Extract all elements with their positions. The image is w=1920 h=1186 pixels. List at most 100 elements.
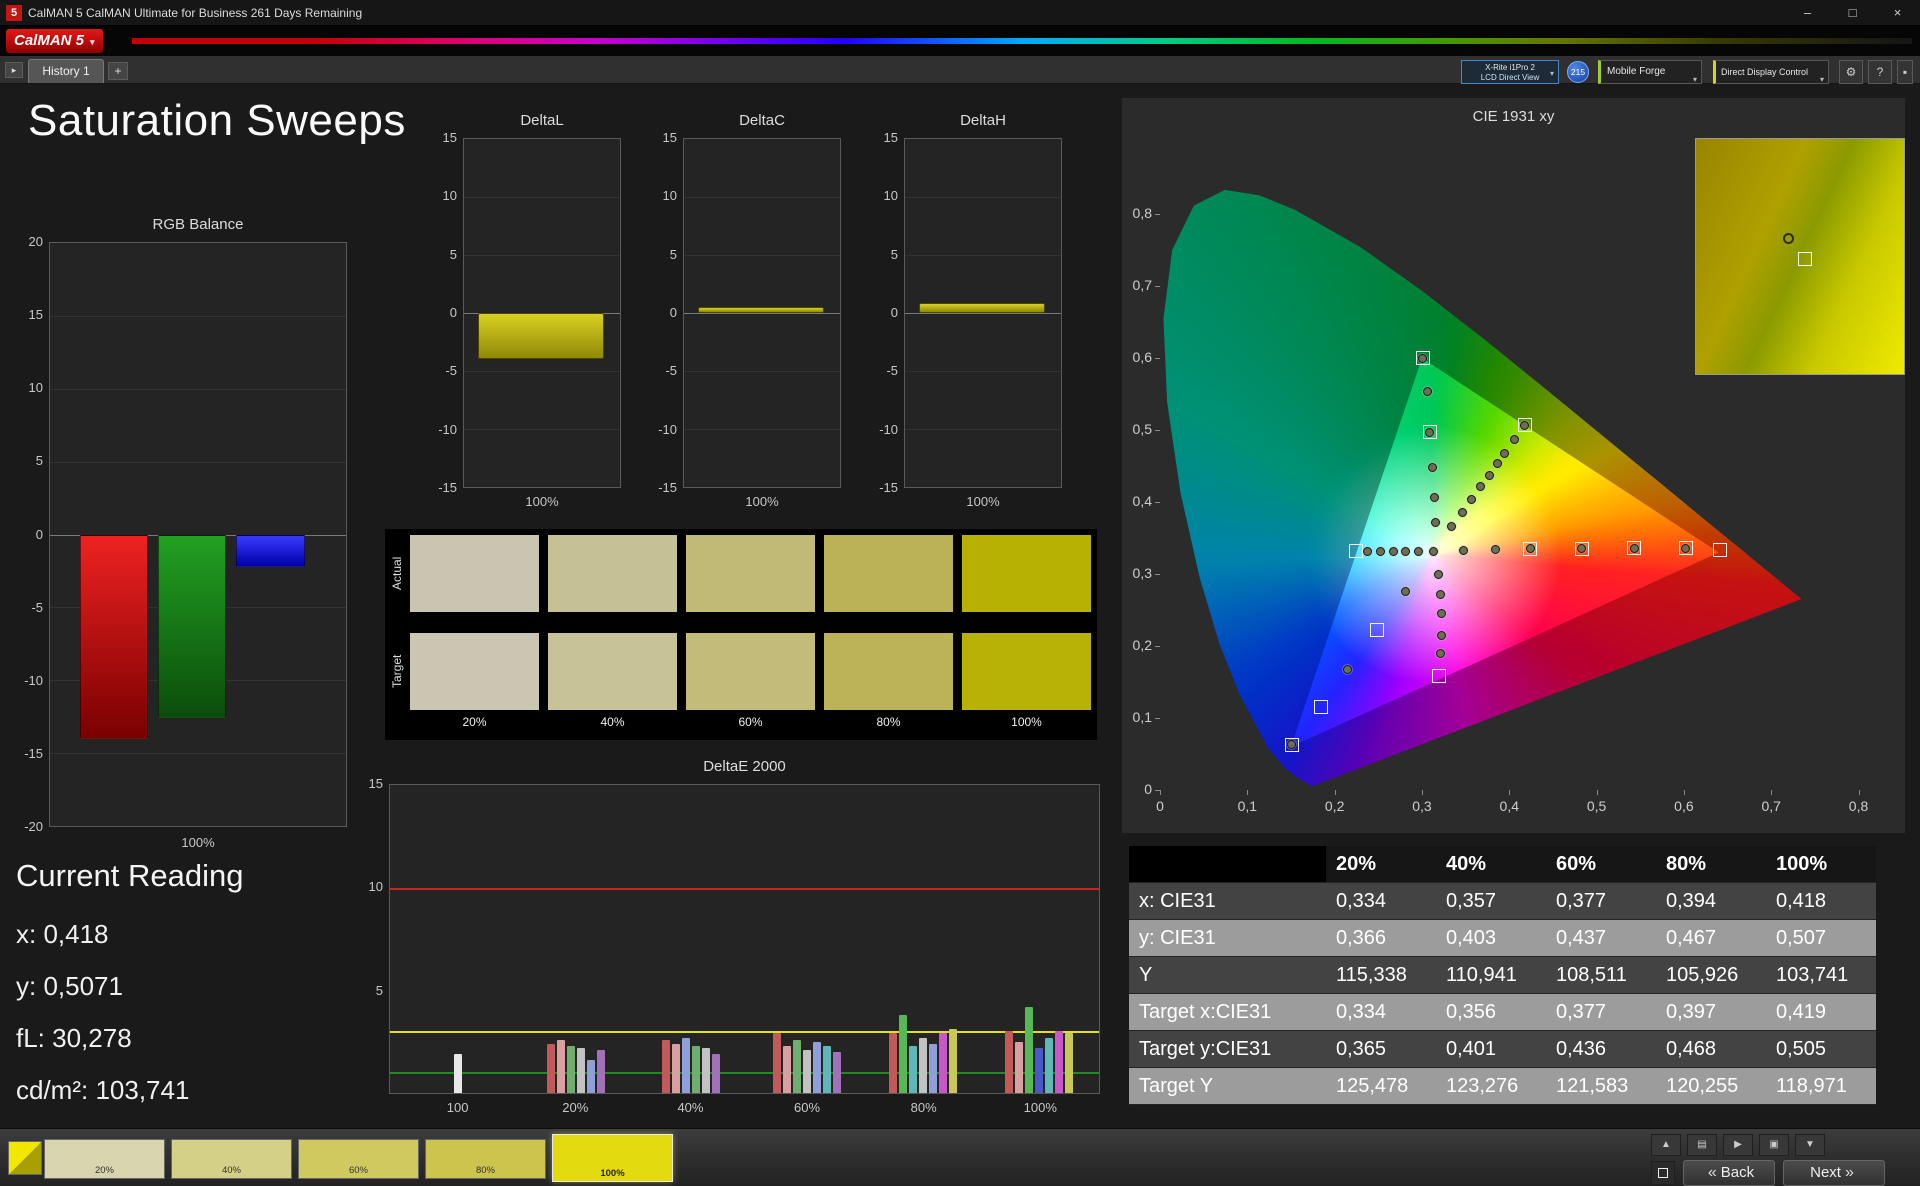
table-cell: 105,926 [1656,957,1766,994]
deltae-bar [1015,1041,1024,1093]
back-label: Back [1720,1164,1755,1181]
axis-tick [1155,214,1160,216]
axis-tick [1683,790,1685,795]
axis-tick-label: -5 [31,599,43,615]
axis-tick [1155,502,1160,504]
table-row-label: Target Y [1129,1068,1326,1105]
target-swatch-100% [962,633,1091,710]
gridline [50,753,346,755]
deltae-bar-group [546,785,605,1093]
cie-title: CIE 1931 xy [1472,108,1555,125]
page-thumbnail-100%[interactable]: 100% [552,1134,673,1182]
source-name: Mobile Forge [1607,66,1666,77]
page-thumbnail-60%[interactable]: 60% [298,1139,419,1179]
table-row-label: Target y:CIE31 [1129,1031,1326,1068]
table-column-header: 40% [1436,846,1546,883]
axis-tick [1155,286,1160,288]
axis-tick-label: -10 [879,421,898,437]
minimize-button[interactable]: – [1785,0,1830,26]
rgb-balance-chart [49,242,347,827]
rainbow-strip [132,38,1912,44]
page-icon-thumbnail[interactable] [8,1141,42,1175]
pages-button[interactable]: ▤ [1687,1134,1717,1156]
gridline [464,429,620,430]
gridline [50,315,346,317]
maximize-button[interactable]: □ [1830,0,1875,26]
delta-x-label: 100% [966,494,1000,509]
measured-point-icon [1388,547,1398,557]
deltae-x-label: 100 [446,1100,469,1115]
meter-count-badge[interactable]: 215 [1567,61,1589,83]
table-cell: 0,505 [1766,1031,1876,1068]
thumbnail-toggle-button[interactable] [1651,1161,1675,1185]
display-control-dropdown[interactable]: Direct Display Control ▾ [1713,60,1829,84]
table-cell: 123,276 [1436,1068,1546,1105]
meter-dropdown[interactable]: X-Rite i1Pro 2 LCD Direct View ▾ [1461,60,1559,84]
axis-tick-label: 5 [449,246,457,262]
scroll-down-button[interactable]: ▼ [1795,1134,1825,1156]
gridline [905,429,1061,430]
axis-tick-label: 0,2 [1324,798,1345,814]
page-thumbnail-80%[interactable]: 80% [425,1139,546,1179]
axis-tick-label: 10 [662,188,677,204]
deltae-bar [546,1043,555,1093]
rgb-balance-title: RGB Balance [152,216,244,233]
axis-tick-label: -10 [658,421,677,437]
deltae-bar [691,1045,700,1093]
tab-bar: ▸ History 1 + X-Rite i1Pro 2 LCD Direct … [0,56,1920,84]
deltae-x-label: 80% [910,1100,937,1115]
axis-tick-label: 5 [35,453,43,469]
settings-button[interactable]: ⚙ [1839,60,1863,84]
page-thumbnail-20%[interactable]: 20% [44,1139,165,1179]
page-title: Saturation Sweeps [28,96,406,145]
scroll-up-button[interactable]: ▲ [1651,1134,1681,1156]
table-cell: 110,941 [1436,957,1546,994]
close-button[interactable]: × [1875,0,1920,26]
table-row-label: Y [1129,957,1326,994]
deltae-bar [661,1039,670,1093]
play-button[interactable]: ▶ [1723,1134,1753,1156]
target-swatch-40% [548,633,677,710]
target-point-icon [1313,700,1328,715]
target-point-icon [1797,251,1812,266]
axis-tick-label: 0 [1156,798,1164,814]
cie-panel: CIE 1931 xy 0 0,1 0,2 0,3 0,4 0,5 0,6 0,7 0,8 0,8… [1122,98,1905,833]
title-bar: 5 CalMAN 5 CalMAN Ultimate for Business … [0,0,1920,26]
chevron-down-icon: ▾ [1819,75,1824,84]
page-thumbnail-40%[interactable]: 40% [171,1139,292,1179]
axis-tick-label: 0,4 [1132,493,1152,510]
axis-tick-label: -15 [879,480,898,495]
deltae-x-label: 20% [562,1100,589,1115]
table-cell: 0,418 [1766,883,1876,920]
square-icon [1658,1168,1668,1178]
axis-tick-label: 15 [442,130,457,145]
pin-button[interactable]: ▪ [1897,60,1913,84]
deltae-bar [832,1051,841,1093]
deltae-chart [389,784,1100,1094]
gridline [684,197,840,198]
deltae-title: DeltaE 2000 [703,758,786,775]
deltal-chart [463,138,621,488]
print-button[interactable]: ▣ [1759,1134,1789,1156]
back-button[interactable]: «Back [1683,1160,1775,1186]
gridline [905,197,1061,198]
next-button[interactable]: Next» [1783,1160,1885,1186]
actual-swatch-40% [548,535,677,612]
table-column-header: 100% [1766,846,1876,883]
source-dropdown[interactable]: Mobile Forge ▾ [1598,60,1702,84]
thumbnail-label: 40% [221,1165,241,1176]
table-cell: 0,397 [1656,994,1766,1031]
swatch-column-label: 80% [876,715,901,729]
axis-tick-label: 5 [669,246,677,262]
add-tab-button[interactable]: + [108,62,128,80]
deltal-bar [478,313,605,360]
cie-zoom-inset [1695,138,1905,375]
actual-swatch-100% [962,535,1091,612]
axis-tick-label: 0,7 [1132,277,1152,294]
table-cell: 0,403 [1436,920,1546,957]
axis-tick-label: 0 [35,526,43,542]
deltac-chart [683,138,841,488]
help-button[interactable]: ? [1868,60,1892,84]
target-swatch-20% [410,633,539,710]
axis-tick-label: 0 [890,305,898,320]
